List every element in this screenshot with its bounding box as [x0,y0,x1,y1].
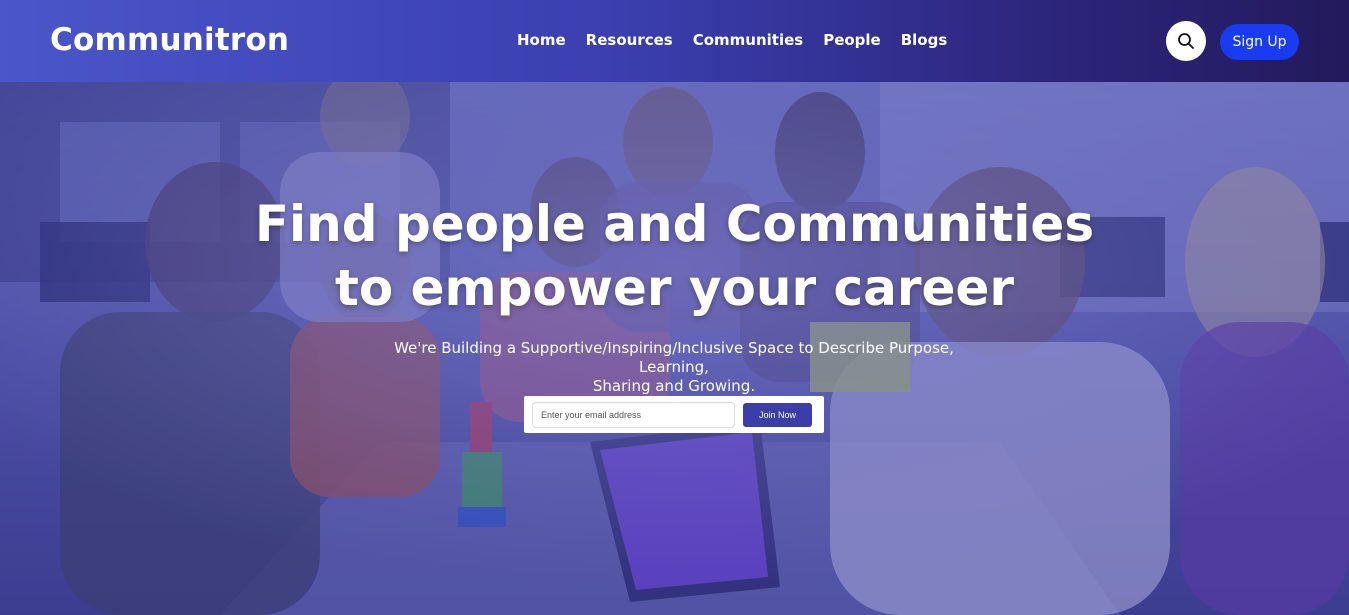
site-logo[interactable]: Communitron [50,22,289,58]
email-signup-form: Join Now [524,396,824,433]
hero-section: Find people and Communities to empower y… [0,82,1349,615]
hero-subtitle-line-1: We're Building a Supportive/Inspiring/In… [394,339,954,376]
nav-people[interactable]: People [823,31,881,49]
hero-subtitle: We're Building a Supportive/Inspiring/In… [374,339,974,396]
join-now-button[interactable]: Join Now [743,402,812,427]
email-input[interactable] [532,401,735,428]
hero-title-line-1: Find people and Communities [254,195,1095,253]
hero-title: Find people and Communities to empower y… [0,192,1349,320]
search-button[interactable] [1166,21,1206,61]
nav-blogs[interactable]: Blogs [901,31,948,49]
signup-button[interactable]: Sign Up [1220,24,1299,60]
search-icon [1178,33,1194,49]
main-nav: Home Resources Communities People Blogs [517,31,947,49]
nav-communities[interactable]: Communities [693,31,804,49]
hero-subtitle-line-2: Sharing and Growing. [592,377,756,395]
nav-home[interactable]: Home [517,31,566,49]
top-header: Communitron Home Resources Communities P… [0,0,1349,82]
nav-resources[interactable]: Resources [586,31,673,49]
hero-title-line-2: to empower your career [334,259,1015,317]
